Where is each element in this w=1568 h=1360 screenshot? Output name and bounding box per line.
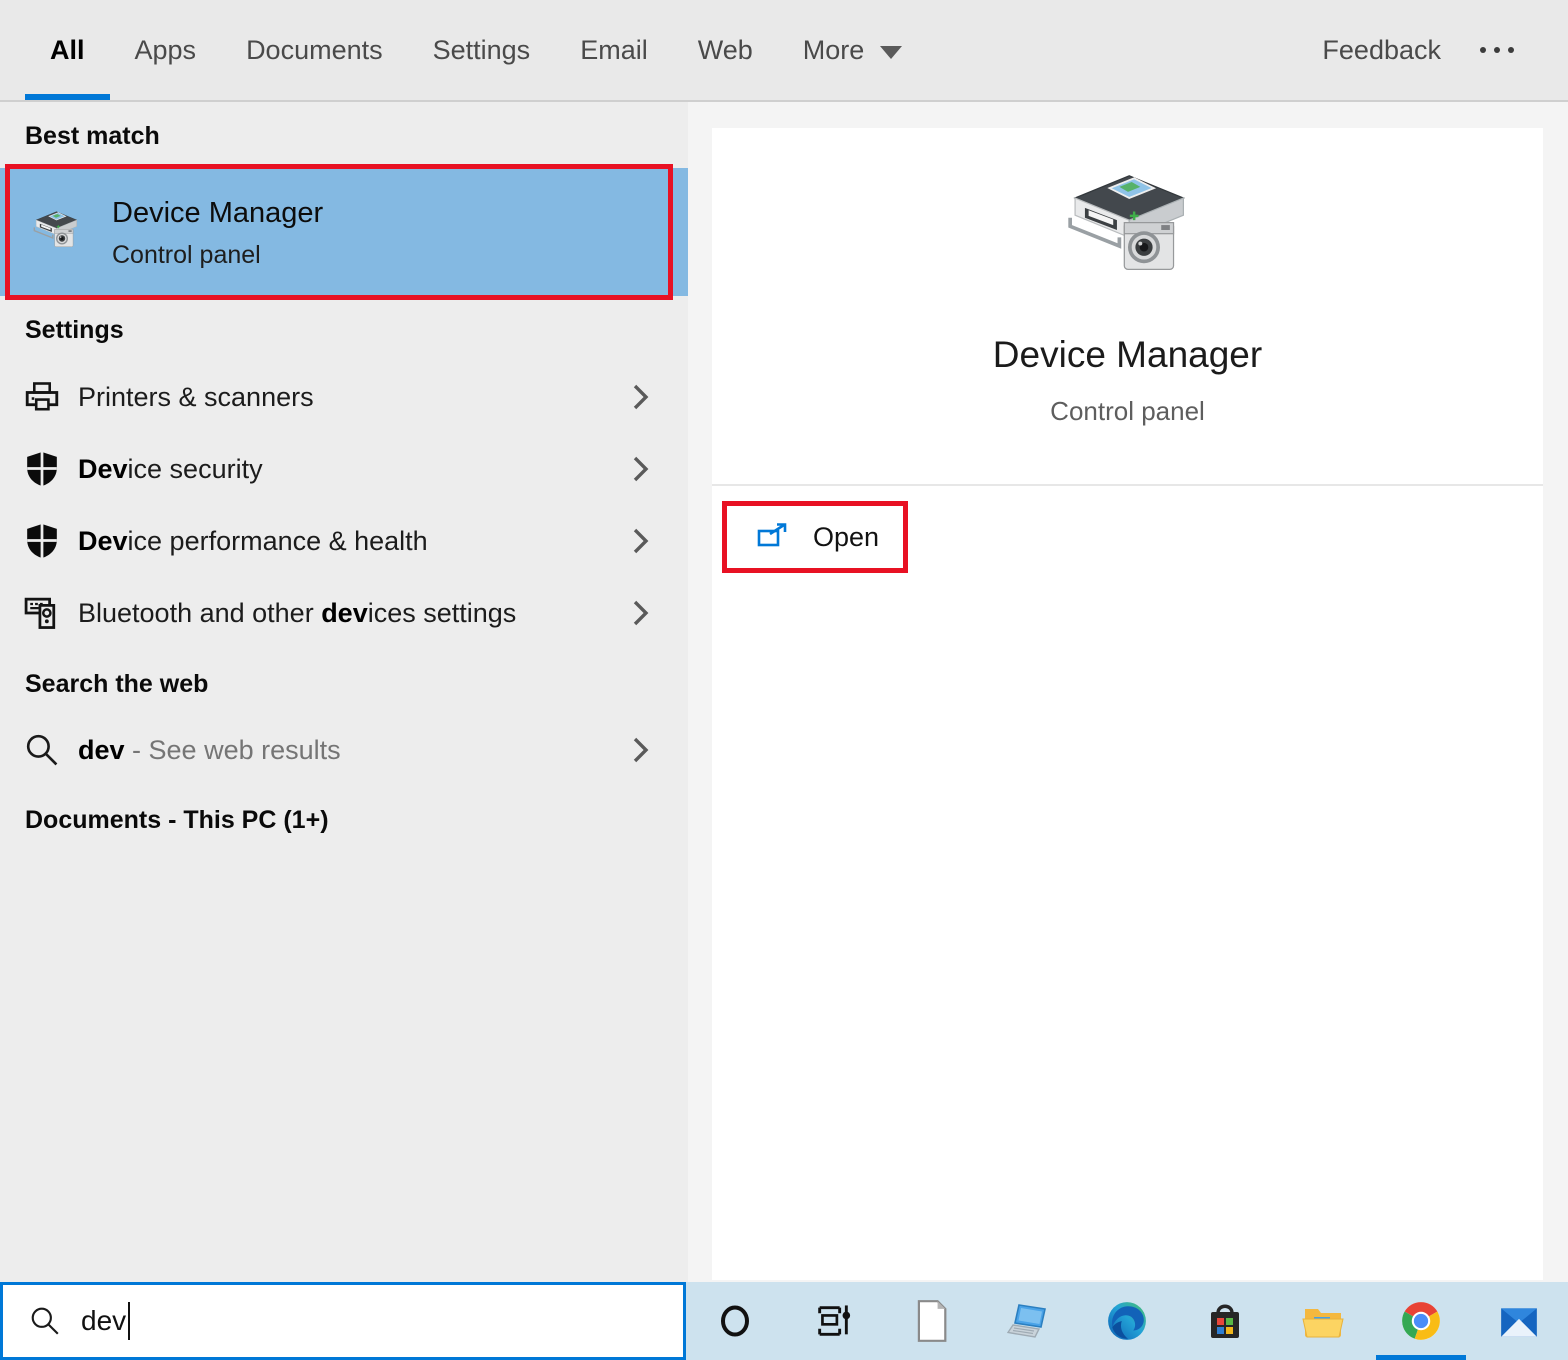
- chevron-right-icon: [630, 382, 650, 412]
- taskbar-laptop-button[interactable]: [980, 1282, 1078, 1360]
- result-label: Device security: [78, 454, 263, 485]
- chevron-right-icon: [630, 454, 650, 484]
- search-icon: [29, 1305, 61, 1337]
- mail-icon: [1498, 1302, 1540, 1340]
- chevron-right-icon: [630, 735, 650, 765]
- result-device-performance-health[interactable]: Device performance & health: [0, 505, 688, 577]
- edge-icon: [1106, 1300, 1148, 1342]
- settings-section-heading: Settings: [25, 316, 124, 345]
- cortana-icon: [716, 1302, 754, 1340]
- taskbar-document-button[interactable]: [882, 1282, 980, 1360]
- preview-card: Device Manager Control panel Open: [712, 128, 1543, 1280]
- result-web-search-dev[interactable]: dev - See web results: [0, 714, 688, 786]
- result-label: Bluetooth and other devices settings: [78, 598, 516, 629]
- web-query: dev: [78, 735, 125, 765]
- search-filter-tabbar: All Apps Documents Settings Email Web Mo…: [0, 0, 1568, 102]
- search-results-panel: Best match D: [0, 102, 688, 1282]
- result-label: Printers & scanners: [78, 382, 314, 413]
- tab-web[interactable]: Web: [673, 0, 778, 100]
- store-icon: [1205, 1300, 1245, 1342]
- chevron-right-icon: [630, 526, 650, 556]
- tab-apps[interactable]: Apps: [110, 0, 222, 100]
- open-external-icon: [757, 522, 789, 552]
- best-match-subtitle: Control panel: [112, 241, 323, 270]
- document-icon: [913, 1299, 949, 1343]
- tab-more-label: More: [803, 35, 865, 66]
- result-printers-scanners[interactable]: Printers & scanners: [0, 361, 688, 433]
- taskbar-chrome-button[interactable]: [1372, 1282, 1470, 1360]
- taskbar-cortana-button[interactable]: [686, 1282, 784, 1360]
- preview-pane-background: Device Manager Control panel Open: [688, 102, 1568, 1282]
- chevron-right-icon: [630, 598, 650, 628]
- file-explorer-icon: [1301, 1301, 1345, 1341]
- tab-all[interactable]: All: [25, 0, 110, 100]
- best-match-result-device-manager[interactable]: Device Manager Control panel: [0, 168, 688, 296]
- device-manager-icon: [1048, 160, 1208, 300]
- chevron-down-icon: [880, 46, 902, 59]
- shield-icon: [24, 523, 60, 559]
- open-button-label: Open: [813, 522, 879, 553]
- preview-divider: [712, 484, 1543, 486]
- search-input-value: dev: [81, 1305, 126, 1337]
- web-suffix: - See web results: [125, 735, 341, 765]
- taskbar-store-button[interactable]: [1176, 1282, 1274, 1360]
- tab-documents[interactable]: Documents: [221, 0, 408, 100]
- annotation-box-open-button: Open: [722, 501, 908, 573]
- search-input[interactable]: dev: [0, 1282, 686, 1360]
- preview-title: Device Manager: [712, 334, 1543, 376]
- search-web-heading: Search the web: [25, 670, 208, 699]
- feedback-button[interactable]: Feedback: [1297, 0, 1466, 100]
- search-icon: [24, 732, 60, 768]
- taskbar-task-view-button[interactable]: [784, 1282, 882, 1360]
- open-button[interactable]: Open: [757, 522, 879, 553]
- taskbar-edge-button[interactable]: [1078, 1282, 1176, 1360]
- tab-settings[interactable]: Settings: [408, 0, 556, 100]
- tab-more[interactable]: More: [778, 0, 928, 100]
- ellipsis-icon[interactable]: [1466, 0, 1528, 100]
- result-label: Device performance & health: [78, 526, 428, 557]
- devices-icon: [24, 595, 60, 631]
- shield-icon: [24, 451, 60, 487]
- documents-section-heading: Documents - This PC (1+): [25, 806, 329, 835]
- task-view-icon: [813, 1301, 853, 1341]
- tab-email[interactable]: Email: [555, 0, 673, 100]
- device-manager-icon: [26, 204, 86, 260]
- laptop-icon: [1007, 1301, 1051, 1341]
- result-bluetooth-devices-settings[interactable]: Bluetooth and other devices settings: [0, 577, 688, 649]
- taskbar-mail-button[interactable]: [1470, 1282, 1568, 1360]
- best-match-title: Device Manager: [112, 195, 323, 231]
- best-match-heading: Best match: [25, 122, 160, 151]
- taskbar: [686, 1282, 1568, 1360]
- taskbar-active-indicator: [1376, 1355, 1466, 1360]
- taskbar-file-explorer-button[interactable]: [1274, 1282, 1372, 1360]
- preview-subtitle: Control panel: [712, 396, 1543, 427]
- chrome-icon: [1400, 1300, 1442, 1342]
- result-label: dev - See web results: [78, 735, 341, 766]
- result-device-security[interactable]: Device security: [0, 433, 688, 505]
- printer-icon: [24, 379, 60, 415]
- tabbar-spacer: [927, 0, 1297, 100]
- text-cursor: [128, 1302, 130, 1340]
